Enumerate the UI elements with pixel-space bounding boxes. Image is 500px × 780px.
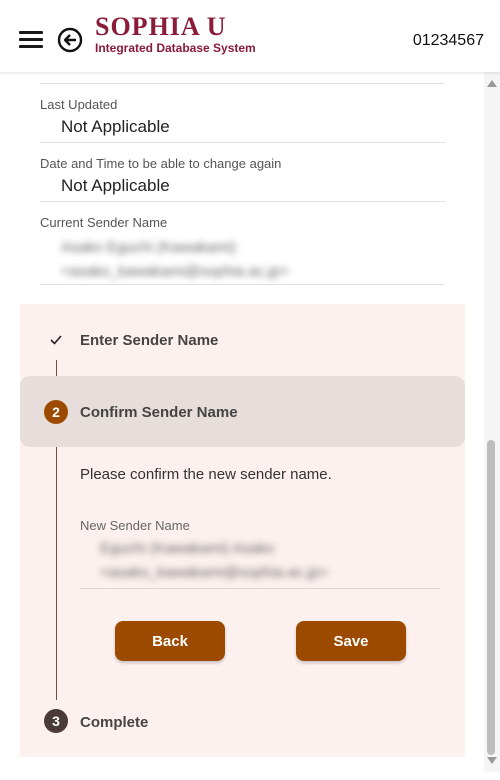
user-id: 01234567 bbox=[412, 32, 484, 49]
step-confirm-sender-name[interactable]: 2 Confirm Sender Name bbox=[20, 376, 465, 447]
app-header: SOPHIA U Integrated Database System 0123… bbox=[0, 0, 500, 72]
new-sender-email: <asako_kawakami@sophia.ac.jp> bbox=[100, 564, 328, 581]
new-sender-field: New Sender Name Eguchi (Kawakami) Asako … bbox=[80, 518, 440, 589]
scroll-down-arrow-icon[interactable] bbox=[487, 757, 497, 764]
current-sender-label: Current Sender Name bbox=[40, 215, 168, 230]
check-icon bbox=[50, 335, 62, 345]
current-sender-email: <asako_kawakami@sophia.ac.jp> bbox=[61, 263, 289, 280]
step-complete[interactable]: 3 Complete bbox=[20, 706, 465, 736]
step-number-badge: 3 bbox=[44, 709, 68, 733]
step-number-badge: 2 bbox=[44, 400, 68, 424]
stepper: Enter Sender Name 2 Confirm Sender Name … bbox=[20, 304, 465, 757]
last-updated-value: Not Applicable bbox=[61, 117, 170, 136]
main-content: Last Updated Not Applicable Date and Tim… bbox=[0, 72, 484, 772]
new-sender-name: Eguchi (Kawakami) Asako bbox=[100, 540, 275, 557]
sophia-logo[interactable]: SOPHIA U Integrated Database System bbox=[95, 12, 256, 55]
step2-title: Confirm Sender Name bbox=[80, 404, 238, 421]
new-sender-label: New Sender Name bbox=[80, 518, 190, 533]
step3-title: Complete bbox=[80, 714, 149, 731]
last-updated-label: Last Updated bbox=[40, 97, 118, 112]
step-connector bbox=[56, 447, 57, 700]
current-sender-name: Asako Eguchi (Kawakami) bbox=[61, 239, 237, 256]
step-enter-sender-name[interactable]: Enter Sender Name bbox=[20, 326, 465, 356]
change-again-field: Date and Time to be able to change again… bbox=[40, 156, 445, 202]
change-again-value: Not Applicable bbox=[61, 176, 170, 195]
previous-field bbox=[40, 72, 445, 84]
logo-title: SOPHIA U bbox=[95, 12, 227, 41]
back-button[interactable]: Back bbox=[115, 621, 225, 661]
scrollbar-thumb[interactable] bbox=[487, 440, 495, 755]
back-arrow-icon[interactable] bbox=[57, 27, 83, 53]
step1-title: Enter Sender Name bbox=[80, 332, 219, 349]
change-again-label: Date and Time to be able to change again bbox=[40, 156, 282, 171]
current-sender-field: Current Sender Name Asako Eguchi (Kawaka… bbox=[40, 215, 445, 285]
last-updated-field: Last Updated Not Applicable bbox=[40, 97, 445, 143]
vertical-scrollbar[interactable] bbox=[484, 72, 500, 772]
scroll-up-arrow-icon[interactable] bbox=[487, 80, 497, 87]
logo-subtitle: Integrated Database System bbox=[95, 41, 256, 55]
hamburger-menu-icon[interactable] bbox=[19, 31, 43, 49]
confirm-instruction: Please confirm the new sender name. bbox=[80, 466, 332, 483]
save-button[interactable]: Save bbox=[296, 621, 406, 661]
